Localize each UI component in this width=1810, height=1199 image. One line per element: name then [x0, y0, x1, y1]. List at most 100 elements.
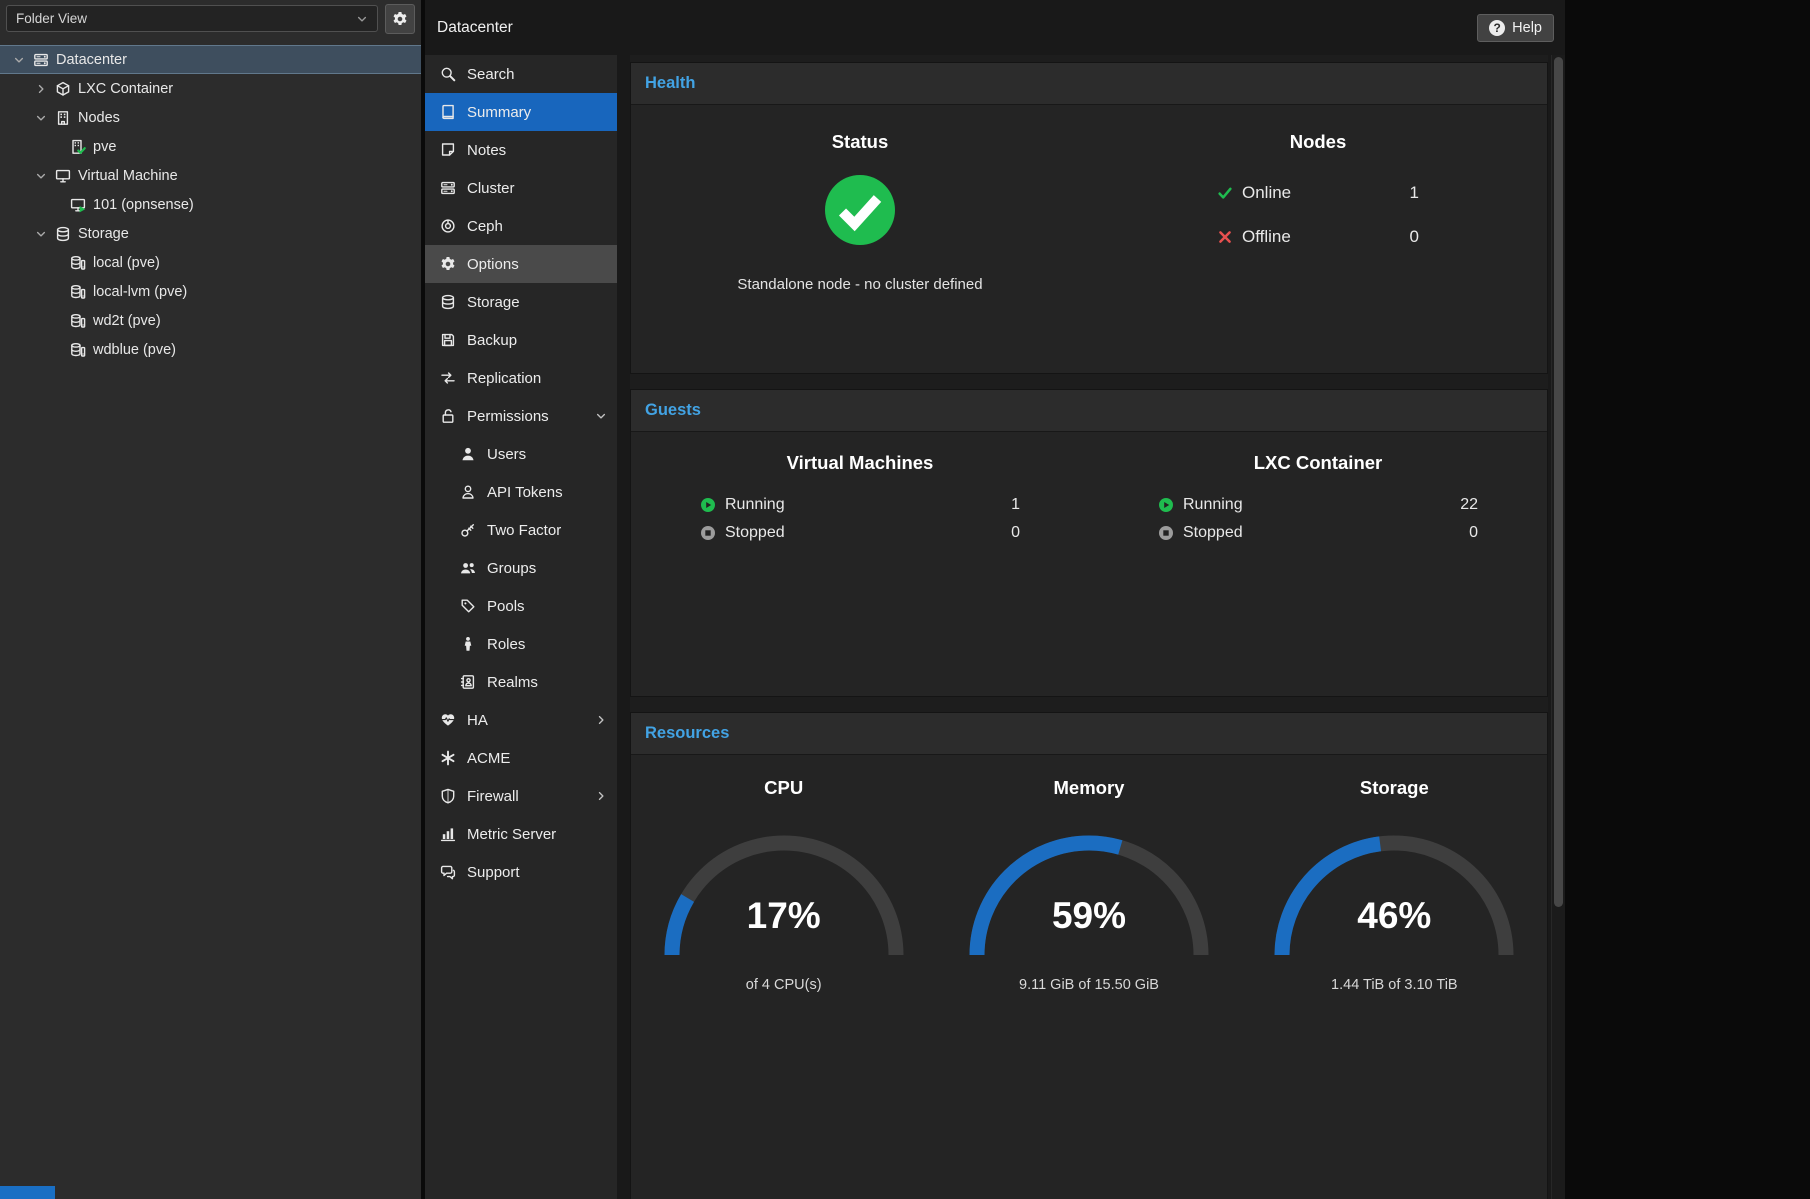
floppy-icon: [439, 332, 456, 348]
comments-icon: [439, 864, 456, 880]
menu-item-support[interactable]: Support: [425, 853, 617, 891]
status-label: Running: [1183, 496, 1243, 514]
gauge-percent: 17%: [654, 895, 914, 937]
chevron-down-icon: [356, 13, 368, 25]
tree-item-pve[interactable]: pve: [0, 132, 421, 161]
tree-item-101-opnsense[interactable]: 101 (opnsense): [0, 190, 421, 219]
ceph-icon: [439, 218, 456, 234]
status-label: Running: [725, 496, 785, 514]
note-icon: [439, 142, 456, 158]
menu-item-options[interactable]: Options: [425, 245, 617, 283]
cross-icon: [1217, 229, 1233, 245]
menu-item-groups[interactable]: Groups: [425, 549, 617, 587]
guests-column-heading: LXC Container: [1089, 452, 1547, 474]
menu-item-label: Users: [487, 446, 526, 463]
tree-item-lxc-container[interactable]: LXC Container: [0, 74, 421, 103]
menu-item-label: HA: [467, 712, 488, 729]
menu-item-label: Notes: [467, 142, 506, 159]
address-book-icon: [459, 674, 476, 690]
key-icon: [459, 522, 476, 538]
menu-item-label: Support: [467, 864, 520, 881]
tree-item-label: Datacenter: [56, 52, 127, 68]
vertical-scrollbar[interactable]: [1551, 55, 1565, 1199]
scrollbar-thumb[interactable]: [1554, 57, 1563, 907]
menu-item-label: Metric Server: [467, 826, 556, 843]
menu-item-users[interactable]: Users: [425, 435, 617, 473]
tree-item-nodes[interactable]: Nodes: [0, 103, 421, 132]
gauge-storage: Storage46%1.44 TiB of 3.10 TiB: [1242, 777, 1547, 1199]
tree-item-label: wd2t (pve): [93, 313, 161, 329]
gauge-cpu: CPU17%of 4 CPU(s): [631, 777, 936, 1199]
gauge-sublabel: 9.11 GiB of 15.50 GiB: [936, 977, 1241, 993]
tree-item-datacenter[interactable]: Datacenter: [0, 45, 421, 74]
tree-item-wd2t-pve[interactable]: wd2t (pve): [0, 306, 421, 335]
menu-item-cluster[interactable]: Cluster: [425, 169, 617, 207]
gauge-heading: CPU: [631, 777, 936, 799]
tree-item-local-pve[interactable]: local (pve): [0, 248, 421, 277]
storage-drive-icon: [70, 284, 86, 300]
menu-item-notes[interactable]: Notes: [425, 131, 617, 169]
bottom-left-accent: [0, 1186, 55, 1199]
menu-item-storage[interactable]: Storage: [425, 283, 617, 321]
menu-item-realms[interactable]: Realms: [425, 663, 617, 701]
menu-item-ceph[interactable]: Ceph: [425, 207, 617, 245]
tree-item-label: Virtual Machine: [78, 168, 178, 184]
status-value: 0: [1469, 524, 1478, 542]
menu-item-roles[interactable]: Roles: [425, 625, 617, 663]
health-panel: Health Status Standalone node - no: [630, 62, 1548, 374]
resources-panel-header: Resources: [631, 713, 1547, 755]
cluster-icon: [439, 180, 456, 196]
menu-item-backup[interactable]: Backup: [425, 321, 617, 359]
tree-item-wdblue-pve[interactable]: wdblue (pve): [0, 335, 421, 364]
status-label: Offline: [1242, 227, 1291, 247]
menu-item-label: Roles: [487, 636, 525, 653]
menu-item-metric-server[interactable]: Metric Server: [425, 815, 617, 853]
user-outline-icon: [459, 484, 476, 500]
book-icon: [439, 104, 456, 120]
menu-item-search[interactable]: Search: [425, 55, 617, 93]
node-online-icon: [70, 139, 86, 155]
person-icon: [459, 636, 476, 652]
guests-column-virtual-machines: Virtual MachinesRunning1Stopped0: [631, 452, 1089, 696]
gauge-chart: 59%: [959, 821, 1219, 963]
resources-panel-title: Resources: [645, 724, 729, 742]
menu-item-pools[interactable]: Pools: [425, 587, 617, 625]
menu-item-acme[interactable]: ACME: [425, 739, 617, 777]
content-header: Datacenter ? Help: [425, 0, 1565, 55]
menu-item-replication[interactable]: Replication: [425, 359, 617, 397]
node-status-rows: Online1Offline0: [1217, 181, 1419, 249]
tree-item-local-lvm-pve[interactable]: local-lvm (pve): [0, 277, 421, 306]
play-circle-icon: [700, 497, 716, 513]
page-title: Datacenter: [437, 19, 513, 37]
tree-settings-button[interactable]: [385, 4, 415, 34]
right-body: SearchSummaryNotesClusterCephOptionsStor…: [425, 55, 1565, 1199]
menu-item-ha[interactable]: HA: [425, 701, 617, 739]
chevron-right-icon: [595, 714, 607, 726]
menu-item-summary[interactable]: Summary: [425, 93, 617, 131]
desktop-icon: [55, 168, 71, 184]
guest-rows: Running22Stopped0: [1158, 494, 1478, 544]
tree-item-storage[interactable]: Storage: [0, 219, 421, 248]
help-icon: ?: [1489, 20, 1505, 36]
tree-item-label: wdblue (pve): [93, 342, 176, 358]
tag-icon: [459, 598, 476, 614]
menu-item-two-factor[interactable]: Two Factor: [425, 511, 617, 549]
menu-item-label: Cluster: [467, 180, 515, 197]
menu-item-firewall[interactable]: Firewall: [425, 777, 617, 815]
nodes-heading: Nodes: [1089, 131, 1547, 153]
help-button[interactable]: ? Help: [1477, 14, 1554, 42]
vm-running-icon: [70, 197, 86, 213]
menu-item-label: Pools: [487, 598, 525, 615]
status-value: 22: [1460, 496, 1478, 514]
tree-item-label: 101 (opnsense): [93, 197, 194, 213]
view-mode-select[interactable]: Folder View: [6, 5, 378, 32]
menu-item-label: Permissions: [467, 408, 549, 425]
tree-item-virtual-machine[interactable]: Virtual Machine: [0, 161, 421, 190]
menu-item-permissions[interactable]: Permissions: [425, 397, 617, 435]
cluster-status-column: Status Standalone node - no cluster defi…: [631, 131, 1089, 373]
menu-item-label: Replication: [467, 370, 541, 387]
menu-item-api-tokens[interactable]: API Tokens: [425, 473, 617, 511]
menu-item-label: ACME: [467, 750, 510, 767]
replication-icon: [439, 370, 456, 386]
resource-tree-panel: Folder View Datacenter LXC ContainerNodes…: [0, 0, 421, 1199]
